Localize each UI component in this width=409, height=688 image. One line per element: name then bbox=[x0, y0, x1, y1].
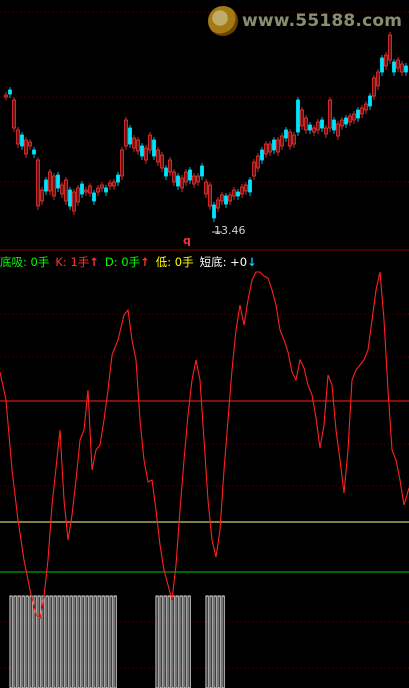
signal-bar bbox=[17, 595, 21, 688]
signal-bar bbox=[21, 595, 25, 688]
legend-value: 0手 bbox=[30, 255, 50, 269]
k-indicator-line bbox=[0, 271, 409, 619]
indicator-grid bbox=[0, 313, 409, 669]
signal-bar bbox=[179, 595, 183, 688]
signal-bar bbox=[49, 595, 53, 688]
signal-bar bbox=[41, 595, 45, 688]
watermark: www.55188.com bbox=[208, 6, 402, 36]
legend-item: 低: 0手 bbox=[156, 254, 194, 270]
legend-item: 短底: +0↓ bbox=[200, 254, 257, 270]
arrow-down-icon: ↓ bbox=[247, 255, 257, 269]
signal-bar bbox=[159, 595, 163, 688]
signal-bar bbox=[93, 595, 97, 688]
legend-value: +0 bbox=[230, 255, 248, 269]
period-marker: q bbox=[183, 234, 191, 247]
legend-label: 短底: bbox=[199, 255, 231, 269]
signal-bar bbox=[209, 595, 213, 688]
watermark-text: www.55188.com bbox=[242, 11, 403, 31]
signal-bar bbox=[221, 595, 225, 688]
signal-bar bbox=[85, 595, 89, 688]
signal-bar bbox=[77, 595, 81, 688]
signal-bar bbox=[97, 595, 101, 688]
signal-bar bbox=[89, 595, 93, 688]
signal-bar bbox=[163, 595, 167, 688]
signal-bar bbox=[109, 595, 113, 688]
signal-bar bbox=[73, 595, 77, 688]
signal-bar bbox=[171, 595, 175, 688]
signal-bar bbox=[183, 595, 187, 688]
legend-label: K: bbox=[55, 255, 71, 269]
signal-bar bbox=[205, 595, 209, 688]
legend-value: 0手 bbox=[121, 255, 141, 269]
signal-bar bbox=[25, 595, 29, 688]
signal-bar bbox=[37, 595, 41, 688]
signal-bar bbox=[105, 595, 109, 688]
signal-bar bbox=[175, 595, 179, 688]
legend-label: 底吸: bbox=[0, 255, 31, 269]
signal-bars bbox=[9, 595, 225, 688]
signal-bar bbox=[61, 595, 65, 688]
signal-bar bbox=[69, 595, 73, 688]
arrow-up-icon: ↑ bbox=[140, 255, 150, 269]
legend-label: D: bbox=[104, 255, 122, 269]
signal-bar bbox=[187, 595, 191, 688]
low-price-label: 13.46 bbox=[214, 224, 246, 237]
legend-value: 0手 bbox=[174, 255, 194, 269]
signal-bar bbox=[45, 595, 49, 688]
signal-bar bbox=[29, 595, 33, 688]
candlestick-series bbox=[4, 32, 408, 222]
arrow-up-icon: ↑ bbox=[89, 255, 99, 269]
signal-bar bbox=[65, 595, 69, 688]
signal-bar bbox=[9, 595, 13, 688]
legend-item: D: 0手↑ bbox=[105, 254, 150, 270]
indicator-legend: 底吸: 0手 K: 1手↑ D: 0手↑ 低: 0手 短底: +0↓ bbox=[0, 254, 263, 270]
signal-bar bbox=[101, 595, 105, 688]
signal-bar bbox=[167, 595, 171, 688]
signal-bar bbox=[81, 595, 85, 688]
signal-bar bbox=[113, 595, 117, 688]
signal-bar bbox=[53, 595, 57, 688]
legend-item: 底吸: 0手 bbox=[0, 254, 49, 270]
gold-coin-logo-icon bbox=[208, 6, 238, 36]
signal-bar bbox=[57, 595, 61, 688]
chart-canvas bbox=[0, 11, 409, 688]
signal-bar bbox=[13, 595, 17, 688]
signal-bar bbox=[217, 595, 221, 688]
signal-bar bbox=[213, 595, 217, 688]
legend-item: K: 1手↑ bbox=[55, 254, 99, 270]
price-grid bbox=[0, 11, 409, 251]
signal-bar bbox=[155, 595, 159, 688]
legend-value: 1手 bbox=[70, 255, 90, 269]
legend-label: 低: bbox=[155, 255, 175, 269]
